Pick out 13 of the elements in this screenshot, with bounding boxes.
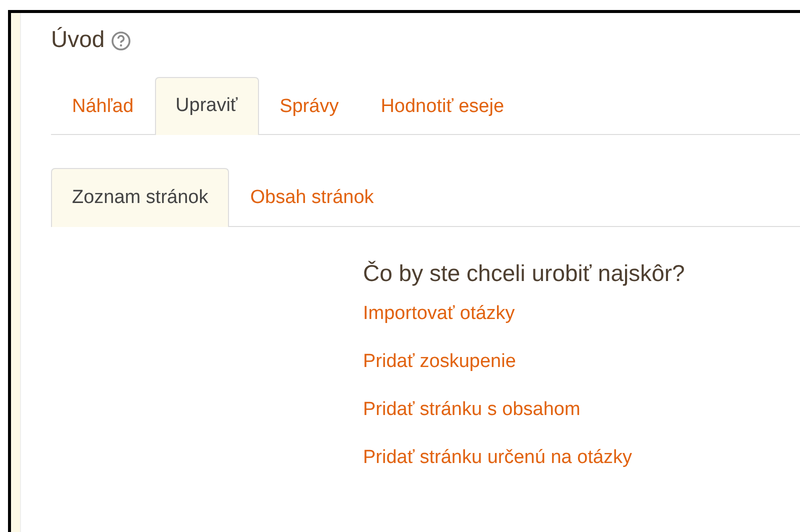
tab[interactable]: Hodnotiť eseje [360,77,526,135]
tab[interactable]: Náhľad [51,77,155,135]
page-title: Úvod [51,26,105,53]
tab[interactable]: Zoznam stránok [51,168,230,227]
action-link[interactable]: Pridať stránku určenú na otázky [363,446,632,470]
question-heading: Čo by ste chceli urobiť najskôr? [363,260,686,287]
action-link[interactable]: Pridať zoskupenie [363,350,516,374]
action-link[interactable]: Pridať stránku s obsahom [363,398,580,422]
help-icon[interactable] [110,31,131,51]
tab[interactable]: Upraviť [154,77,259,135]
action-link[interactable]: Importovať otázky [363,302,515,326]
tab[interactable]: Správy [258,77,360,135]
tab[interactable]: Obsah stránok [229,168,395,227]
